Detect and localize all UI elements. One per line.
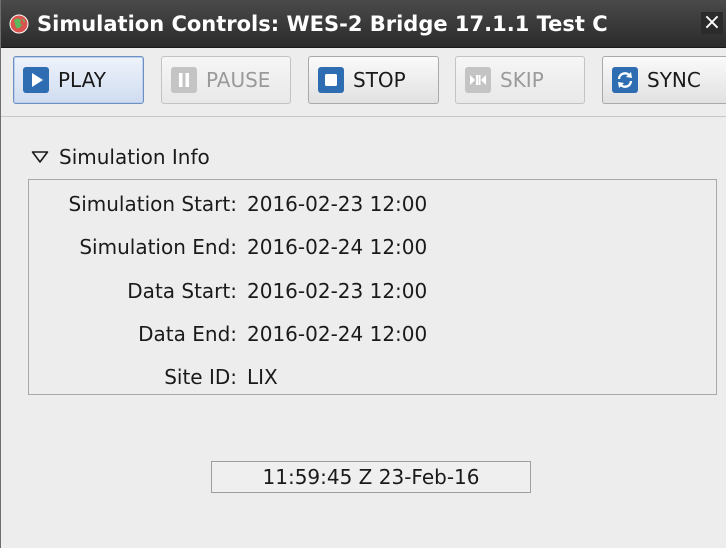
info-row: Site ID: LIX xyxy=(29,362,718,392)
play-label: PLAY xyxy=(58,68,107,92)
info-row: Data Start: 2016-02-23 12:00 xyxy=(29,276,718,306)
stop-label: STOP xyxy=(353,68,406,92)
info-label: Data End: xyxy=(138,322,237,346)
info-value: 2016-02-23 12:00 xyxy=(247,192,428,216)
simulation-info-panel: Simulation Start: 2016-02-23 12:00 Simul… xyxy=(28,179,717,395)
info-value: 2016-02-24 12:00 xyxy=(247,322,428,346)
info-value: LIX xyxy=(247,365,278,389)
play-icon xyxy=(23,67,49,93)
collapse-triangle-icon xyxy=(31,151,49,163)
sync-icon xyxy=(612,67,638,93)
info-row: Data End: 2016-02-24 12:00 xyxy=(29,319,718,349)
window-title: Simulation Controls: WES-2 Bridge 17.1.1… xyxy=(37,12,608,36)
info-label: Site ID: xyxy=(164,365,237,389)
info-value: 2016-02-23 12:00 xyxy=(247,279,428,303)
app-globe-icon xyxy=(9,14,29,34)
stop-icon xyxy=(318,67,344,93)
pause-label: PAUSE xyxy=(206,68,271,92)
pause-icon xyxy=(171,67,197,93)
skip-icon xyxy=(465,67,491,93)
skip-button[interactable]: SKIP xyxy=(455,56,585,104)
simulation-clock: 11:59:45 Z 23-Feb-16 xyxy=(211,461,531,493)
stop-button[interactable]: STOP xyxy=(308,56,439,104)
title-bar[interactable]: Simulation Controls: WES-2 Bridge 17.1.1… xyxy=(1,0,726,48)
simulation-controls-window: Simulation Controls: WES-2 Bridge 17.1.1… xyxy=(0,0,726,548)
info-label: Simulation Start: xyxy=(68,192,238,216)
sync-label: SYNC xyxy=(647,68,701,92)
info-row: Simulation End: 2016-02-24 12:00 xyxy=(29,232,718,262)
info-label: Data Start: xyxy=(127,279,237,303)
close-button[interactable]: × xyxy=(701,12,723,34)
info-value: 2016-02-24 12:00 xyxy=(247,235,428,259)
info-row: Simulation Start: 2016-02-23 12:00 xyxy=(29,189,718,219)
pause-button[interactable]: PAUSE xyxy=(161,56,291,104)
sync-button[interactable]: SYNC xyxy=(602,56,726,104)
skip-label: SKIP xyxy=(500,68,544,92)
simulation-info-toggle[interactable]: Simulation Info xyxy=(31,145,210,169)
info-label: Simulation End: xyxy=(79,235,237,259)
play-button[interactable]: PLAY xyxy=(13,56,144,104)
section-title: Simulation Info xyxy=(59,145,210,169)
toolbar: PLAY PAUSE STOP SKIP SYNC xyxy=(1,48,726,117)
